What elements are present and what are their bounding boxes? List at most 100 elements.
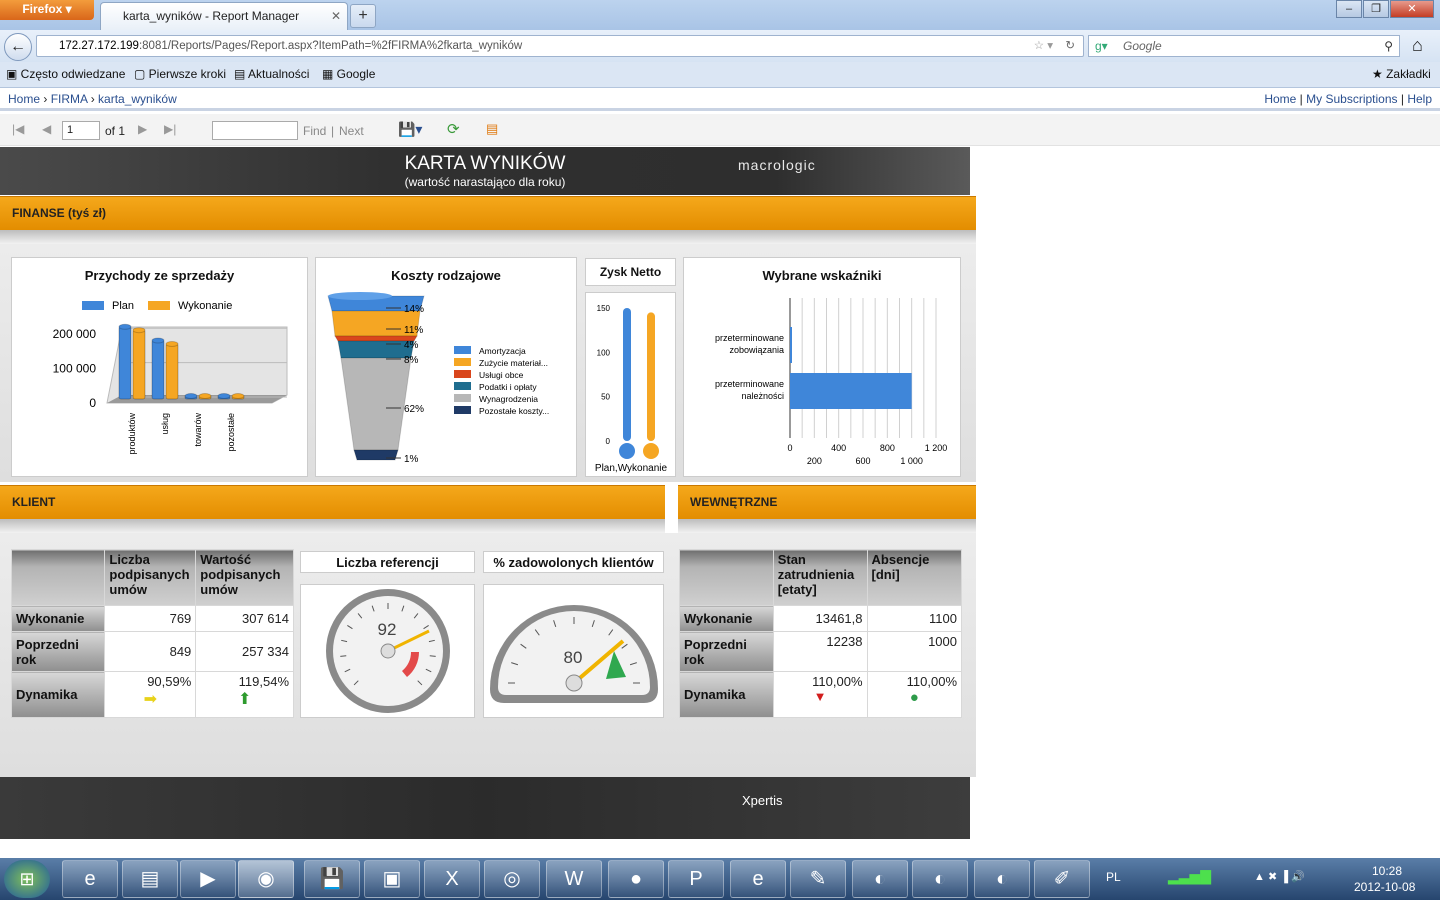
ie-icon-2[interactable]: e <box>730 860 786 898</box>
navigation-bar: ← 172.27.172.199:8081/Reports/Pages/Repo… <box>0 30 1440 62</box>
subscriptions-link[interactable]: My Subscriptions <box>1306 92 1397 106</box>
legend-label: Wynagrodzenia <box>479 394 538 404</box>
value-label: 4% <box>404 340 419 351</box>
explorer-icon[interactable]: ▤ <box>122 860 178 898</box>
legend-swatch <box>454 382 471 390</box>
browser-tab[interactable]: karta_wyników - Report Manager ✕ <box>100 2 348 30</box>
table-row: Poprzedni rok 12238 1000 <box>679 631 963 672</box>
col-header: Stan zatrudnienia [etaty] <box>772 549 868 606</box>
reload-icon[interactable]: ↻ <box>1065 36 1075 56</box>
minimize-button[interactable]: – <box>1336 0 1362 18</box>
url-bar[interactable]: 172.27.172.199:8081/Reports/Pages/Report… <box>36 35 1084 57</box>
chart-panel-costs: Koszty rodzajowe 14% 11% 4% 8% 62% 1% Amortyza… <box>315 257 577 477</box>
legend-swatch <box>454 406 471 414</box>
back-arrow-icon[interactable]: ← <box>4 33 32 61</box>
powerpoint-icon[interactable]: P <box>668 860 724 898</box>
legend-label: Zużycie materiał... <box>479 358 548 368</box>
row-header: Poprzedni rok <box>10 631 106 672</box>
y-tick-label: 100 <box>597 348 611 357</box>
firefox-menu-button[interactable]: Firefox ▾ <box>0 0 94 20</box>
gauge-hub <box>380 643 396 659</box>
thermometer-bar <box>623 308 631 441</box>
value-label: 11% <box>404 325 423 336</box>
google-icon[interactable]: g▾ <box>1095 36 1108 56</box>
bookmark-most-visited[interactable]: ▣ Często odwiedzane <box>6 67 125 81</box>
bookmarks-menu[interactable]: ★ Zakładki <box>1372 67 1431 81</box>
breadcrumb-report[interactable]: karta_wyników <box>98 92 177 106</box>
media-player-icon[interactable]: ▶ <box>180 860 236 898</box>
bar <box>165 343 179 400</box>
atom-feed-icon[interactable]: ▤ <box>486 121 498 137</box>
start-button[interactable]: ⊞ <box>4 860 50 898</box>
gauge-tick <box>429 655 436 657</box>
find-input[interactable] <box>212 121 298 140</box>
prev-page-icon[interactable]: ◀ <box>42 122 51 136</box>
breadcrumb-home[interactable]: Home <box>8 92 40 106</box>
bookmark-star-icon[interactable]: ☆ ▾ <box>1034 36 1053 56</box>
home-link[interactable]: Home <box>1264 92 1296 106</box>
office-icon[interactable]: ◎ <box>484 860 540 898</box>
report-header: KARTA WYNIKÓW (wartość narastająco dla r… <box>0 147 970 195</box>
search-icon[interactable]: ⚲ <box>1384 36 1393 56</box>
chart-title: Zysk Netto <box>599 265 662 279</box>
page-number-input[interactable]: 1 <box>62 121 100 140</box>
bar-top <box>132 327 146 334</box>
next-link[interactable]: Next <box>339 124 364 138</box>
cell: 13461,8 <box>772 605 868 632</box>
table-row: Dynamika 110,00% ▼ 110,00% ● <box>679 671 963 718</box>
y-tick-label: 100 000 <box>53 362 97 376</box>
green-dot-icon: ● <box>909 689 919 706</box>
tab-close-icon[interactable]: ✕ <box>331 3 341 29</box>
bookmark-news[interactable]: ▤ Aktualności <box>234 67 309 81</box>
refresh-icon[interactable]: ⟳ <box>447 120 460 138</box>
excel-icon[interactable]: X <box>424 860 480 898</box>
gauge-references: 92 <box>300 584 475 718</box>
windows-taskbar: ⊞ e ▤ ▶ ◉ 💾 ▣ X ◎ W ● P e ✎ ◐ ◐ ◐ ✐ PL ▂… <box>0 858 1440 900</box>
section-klient: KLIENT <box>0 485 665 533</box>
home-icon[interactable]: ⌂ <box>1412 35 1423 56</box>
macrologic-logo: macrologic <box>738 157 816 173</box>
y-tick-label: przeterminowane <box>715 379 784 389</box>
wewnetrzne-table: Stan zatrudnienia [etaty] Absencje [dni]… <box>679 549 963 718</box>
first-page-icon[interactable]: |◀ <box>12 122 24 136</box>
help-link[interactable]: Help <box>1407 92 1432 106</box>
breadcrumb-firma[interactable]: FIRMA <box>51 92 88 106</box>
section-wewnetrzne: WEWNĘTRZNE <box>678 485 976 533</box>
language-indicator[interactable]: PL <box>1106 870 1121 884</box>
bar-top <box>184 393 198 399</box>
firefox-icon[interactable]: ◉ <box>238 860 294 898</box>
next-page-icon[interactable]: ▶ <box>138 122 147 136</box>
app-half-icon-3[interactable]: ◐ <box>974 860 1030 898</box>
word-icon[interactable]: W <box>546 860 602 898</box>
new-tab-button[interactable]: + <box>350 4 376 28</box>
col-header: Absencje [dni] <box>866 549 963 606</box>
report-title: KARTA WYNIKÓW <box>404 153 566 174</box>
last-page-icon[interactable]: ▶| <box>164 122 176 136</box>
ie-icon[interactable]: e <box>62 860 118 898</box>
app-red-icon[interactable]: ● <box>608 860 664 898</box>
export-icon[interactable]: 💾▾ <box>398 121 422 138</box>
bookmark-getting-started[interactable]: ▢ Pierwsze kroki <box>134 67 226 81</box>
tray-icons[interactable]: ▲ ✖ ▐ 🔊 <box>1254 870 1305 883</box>
gauge-tick <box>340 655 347 657</box>
bookmark-google[interactable]: ▦ Google <box>322 67 375 81</box>
save-app-icon[interactable]: 💾 <box>304 860 360 898</box>
table-row: Dynamika 90,59% ➡ 119,54% ⬆ <box>10 671 294 718</box>
close-window-button[interactable]: ✕ <box>1390 0 1434 18</box>
restore-button[interactable]: ❐ <box>1363 0 1389 18</box>
sketch-icon[interactable]: ✐ <box>1034 860 1090 898</box>
clock-time[interactable]: 10:28 <box>1360 864 1414 878</box>
gauge-value: 80 <box>564 648 583 667</box>
cell: 110,00% ● <box>866 671 963 718</box>
app-half-icon[interactable]: ◐ <box>852 860 908 898</box>
find-link[interactable]: Find <box>303 124 326 138</box>
paint-icon[interactable]: ✎ <box>790 860 846 898</box>
clock-date[interactable]: 2012-10-08 <box>1354 880 1415 894</box>
signal-icon[interactable]: ▂▃▅▇ <box>1168 868 1211 885</box>
table-row: Poprzedni rok 849 257 334 <box>10 631 294 672</box>
klient-table: Liczba podpisanych umów Wartość podpisan… <box>10 549 294 718</box>
remote-desktop-icon[interactable]: ▣ <box>364 860 420 898</box>
x-label: Plan,Wykonanie <box>595 463 668 474</box>
search-input[interactable]: g▾ Google ⚲ <box>1088 35 1400 57</box>
app-half-icon-2[interactable]: ◐ <box>912 860 968 898</box>
